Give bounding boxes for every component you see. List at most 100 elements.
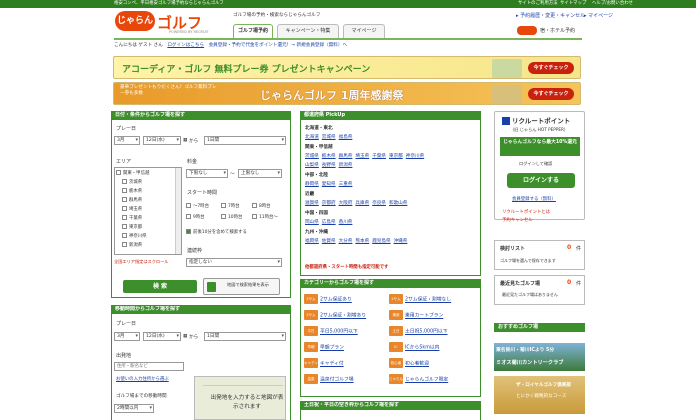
area-checkbox-4[interactable] (122, 206, 127, 211)
pref-link[interactable]: 奈良県 (372, 201, 386, 206)
tab-golf-reserve[interactable]: ゴルフ場予約 (233, 24, 273, 38)
ad-banner-1[interactable]: 東名掛川・菊川ICより 5分 ミオス菊川カントリークラブ (494, 343, 585, 371)
travel-range-select[interactable]: 1日間 (204, 332, 286, 341)
travel-time-select[interactable]: 2時間以内 (114, 404, 154, 413)
pref-link[interactable]: 大阪府 (339, 201, 353, 206)
start-checkbox-4[interactable] (221, 214, 226, 219)
reservation-history-link[interactable]: ▸ 予約履歴・変更・キャンセル (516, 12, 585, 19)
register-info[interactable]: 会員登録・予約で代金をポイント還元！→ 新規会員登録（無料）へ (209, 43, 348, 48)
category-label[interactable]: 2サム保証・割増あり (320, 314, 366, 319)
start-checkbox-0[interactable] (186, 203, 191, 208)
register-link[interactable]: 会員登録する（無料） (512, 196, 556, 202)
pref-link[interactable]: 京都府 (322, 201, 336, 206)
top-link-help[interactable]: ヘルプ/お問い合わせ (592, 0, 633, 8)
pref-link[interactable]: 北海道 (305, 135, 319, 140)
pref-link[interactable]: 福岡県 (305, 239, 319, 244)
pref-link[interactable]: 山梨県 (305, 163, 319, 168)
search-button[interactable]: 検 索 (123, 280, 197, 293)
category-label[interactable]: 2サム保証あり (320, 298, 352, 303)
origin-input[interactable] (114, 362, 184, 371)
pref-link[interactable]: 埼玉県 (355, 154, 369, 159)
travel-day-select[interactable]: 12日(水) (143, 332, 181, 341)
area-checkbox-2[interactable] (122, 188, 127, 193)
category-item[interactable]: キャディ キャディ付 (304, 358, 344, 368)
area-checkbox-7[interactable] (122, 233, 127, 238)
start-checkbox-1[interactable] (221, 203, 226, 208)
day-select[interactable]: 12日(水) (143, 136, 181, 145)
continuous-select[interactable]: 指定しない (186, 258, 282, 267)
coupon-link[interactable]: 予約キャンセル (502, 217, 533, 223)
pref-link[interactable]: 三重県 (339, 182, 353, 187)
map-result-button[interactable]: 地図で検索結果を表示 (203, 278, 280, 295)
pref-link[interactable]: 茨城県 (305, 154, 319, 159)
area-checkbox-1[interactable] (122, 179, 127, 184)
origin-help-link[interactable]: お使いの入力住所から選ぶ (116, 376, 169, 382)
category-label[interactable]: 平日5,000円以下 (320, 330, 358, 335)
category-item[interactable]: 早朝 早朝プラン (304, 342, 344, 352)
category-item[interactable]: 土日 土日祝5,000円以下 (389, 326, 448, 336)
pref-link[interactable]: 岡山県 (305, 220, 319, 225)
top-link-sitemap[interactable]: サイトマップ (560, 0, 586, 8)
pref-link[interactable]: 栃木県 (322, 154, 336, 159)
area-scrollbar[interactable] (175, 168, 181, 254)
area-checkbox-5[interactable] (122, 215, 127, 220)
travel-month-select[interactable]: 3月 (114, 332, 140, 341)
date-range-icon[interactable]: ▦ (183, 138, 187, 143)
category-label[interactable]: じゃらんゴルフ限定 (405, 378, 448, 383)
category-label[interactable]: 2サム保証・割増なし (405, 298, 451, 303)
category-label[interactable]: 温泉付ゴルフ場 (320, 378, 354, 383)
category-item[interactable]: 平日 平日5,000円以下 (304, 326, 358, 336)
pref-link[interactable]: 神奈川県 (406, 154, 424, 159)
pref-link[interactable]: 愛知県 (322, 182, 336, 187)
pref-link[interactable]: 静岡県 (305, 182, 319, 187)
area-checkbox-6[interactable] (122, 224, 127, 229)
tab-campaign[interactable]: キャンペーン・特集 (277, 24, 339, 38)
area-checkbox-8[interactable] (122, 242, 127, 247)
ad-banner-2[interactable]: ザ・ロイヤルゴルフ倶楽部 とにかく戦略的なコース (494, 376, 585, 414)
category-label[interactable]: 早朝プラン (320, 346, 344, 351)
pref-link[interactable]: 東京都 (389, 154, 403, 159)
login-link[interactable]: ログインはこちら (167, 43, 204, 48)
start-checkbox-3[interactable] (186, 214, 191, 219)
banner-2-button[interactable]: 今すぐチェック (528, 88, 574, 100)
top-link-usage[interactable]: サイトのご利用方法 (518, 0, 558, 8)
category-item[interactable]: 2サム 2サム保証・割増あり (304, 310, 366, 320)
points-banner[interactable]: じゃらんゴルフなら最大10%還元 (500, 137, 580, 156)
month-select[interactable]: 3月 (114, 136, 140, 145)
range-select[interactable]: 1日間 (204, 136, 286, 145)
start-checkbox-5[interactable] (252, 214, 257, 219)
travel-map[interactable]: 出発地を入力すると地図が表示されます (194, 376, 286, 420)
pref-link[interactable]: 新潟県 (339, 163, 353, 168)
pref-link[interactable]: 宮城県 (322, 135, 336, 140)
banner-1-button[interactable]: 今すぐチェック (528, 62, 574, 74)
category-label[interactable]: 乗用カートプラン (405, 314, 443, 319)
travel-calendar-icon[interactable]: ▦ (183, 334, 187, 339)
tab-mypage[interactable]: マイページ (343, 24, 385, 38)
campaign-banner-1[interactable]: アコーディア・ゴルフ 無料プレー券 プレゼントキャンペーン 今すぐチェック (113, 56, 581, 79)
pref-link[interactable]: 群馬県 (339, 154, 353, 159)
pref-link[interactable]: 兵庫県 (355, 201, 369, 206)
area-checkbox-0[interactable] (116, 170, 121, 175)
category-label[interactable]: 初心者歓迎 (405, 362, 429, 367)
plus-minus-checkbox[interactable] (186, 229, 191, 234)
start-checkbox-2[interactable] (252, 203, 257, 208)
site-logo[interactable]: じゃらん ゴルフ POWERED BY RECRUIT (115, 11, 219, 36)
category-label[interactable]: 土日祝5,000円以下 (405, 330, 448, 335)
pref-link[interactable]: 千葉県 (372, 154, 386, 159)
points-about-link[interactable]: リクルートポイントとは (502, 209, 550, 215)
pref-link[interactable]: 滋賀県 (305, 201, 319, 206)
category-item[interactable]: 温泉 温泉付ゴルフ場 (304, 374, 354, 384)
pref-link[interactable]: 和歌山県 (389, 201, 407, 206)
price-min-select[interactable]: 下限なし (186, 169, 228, 178)
category-item[interactable]: 初心者 初心者歓迎 (389, 358, 429, 368)
pref-link[interactable]: 福島県 (339, 135, 353, 140)
category-item[interactable]: 乗用 乗用カートプラン (389, 310, 443, 320)
price-max-select[interactable]: 上限なし (238, 169, 282, 178)
pref-link[interactable]: 広島県 (322, 220, 336, 225)
pref-link[interactable]: 香川県 (339, 220, 353, 225)
area-checkbox-3[interactable] (122, 197, 127, 202)
pref-link[interactable]: 鹿児島県 (372, 239, 390, 244)
pref-link[interactable]: 沖縄県 (394, 239, 408, 244)
campaign-banner-2[interactable]: 豪華プレゼントもりだくさん！ゴルフ無料プレー券も多数 じゃらんゴルフ 1周年感謝… (113, 82, 581, 105)
pref-link[interactable]: 大分県 (339, 239, 353, 244)
